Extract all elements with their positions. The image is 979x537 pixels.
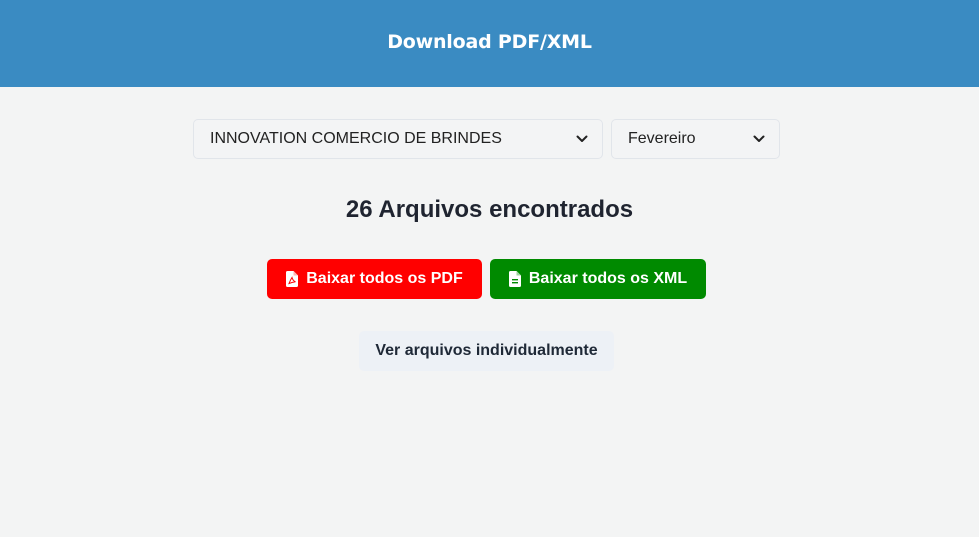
company-select[interactable]: INNOVATION COMERCIO DE BRINDES <box>193 119 603 159</box>
file-pdf-icon <box>286 271 299 287</box>
page-header: Download PDF/XML <box>0 0 979 87</box>
results-count-heading: 26 Arquivos encontrados <box>345 196 634 223</box>
file-text-icon <box>508 271 521 287</box>
filters-bar: INNOVATION COMERCIO DE BRINDES Fevereiro <box>193 119 780 159</box>
month-select-value: Fevereiro <box>628 130 696 147</box>
page-title: Download PDF/XML <box>387 31 592 53</box>
download-all-pdf-label: Baixar todos os PDF <box>306 270 463 287</box>
download-all-xml-label: Baixar todos os XML <box>528 270 688 287</box>
chevron-down-icon <box>753 135 765 142</box>
view-individual-files-label: Ver arquivos individualmente <box>375 342 598 359</box>
month-select[interactable]: Fevereiro <box>611 119 780 159</box>
chevron-down-icon <box>576 135 588 142</box>
view-individual-files-button[interactable]: Ver arquivos individualmente <box>359 331 614 371</box>
company-select-value: INNOVATION COMERCIO DE BRINDES <box>210 130 502 147</box>
download-all-xml-button[interactable]: Baixar todos os XML <box>490 259 706 299</box>
download-all-pdf-button[interactable]: Baixar todos os PDF <box>267 259 482 299</box>
download-buttons: Baixar todos os PDF Baixar todos os XML <box>267 259 706 299</box>
